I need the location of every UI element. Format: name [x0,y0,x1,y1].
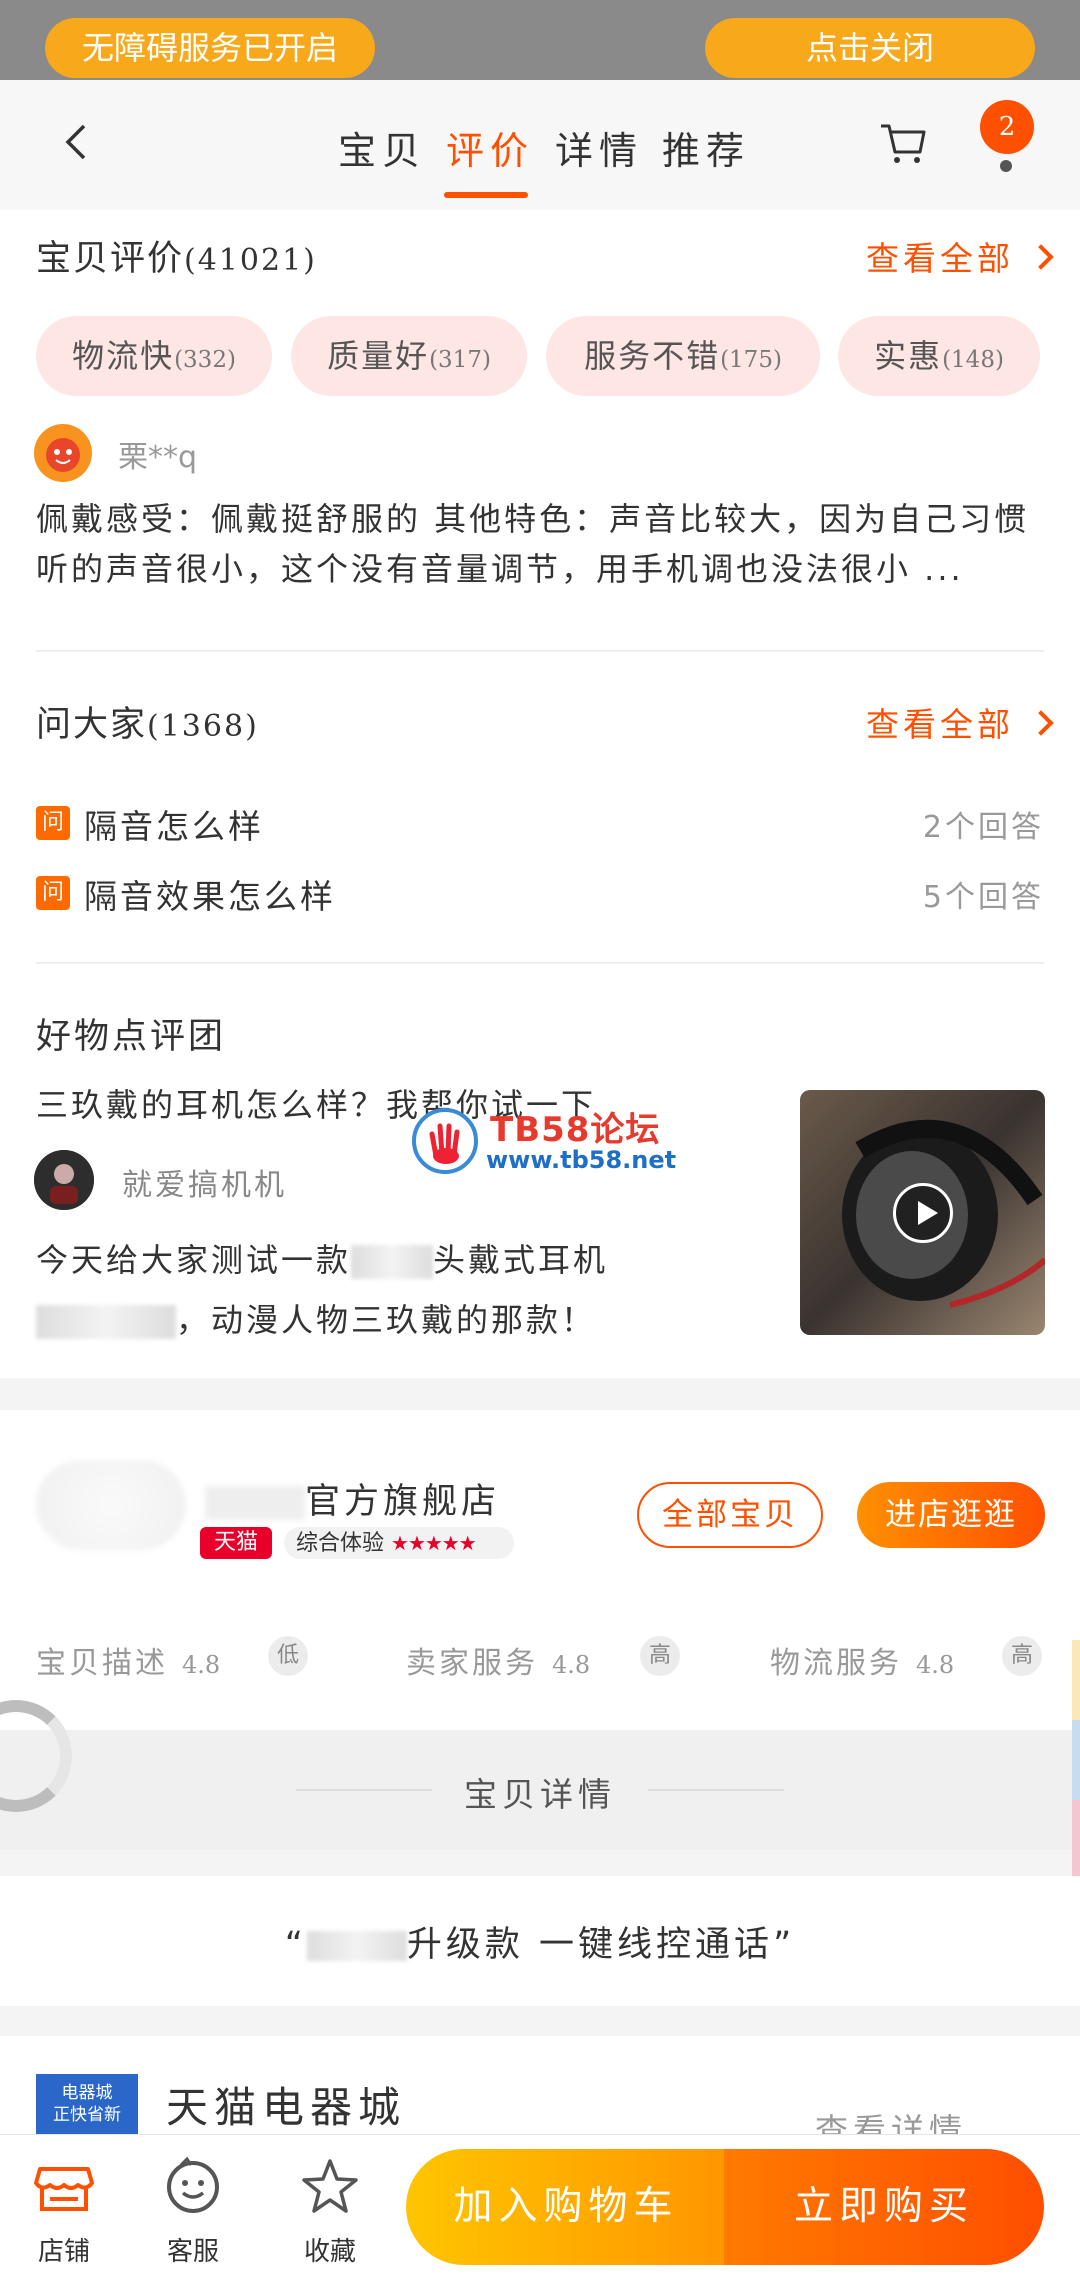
qa-answer-count: 2个回答 [922,810,1044,845]
tmall-badge: 天猫 [200,1527,272,1559]
score-level-badge: 高 [1002,1636,1042,1676]
detail-section-header: 宝贝详情 [0,1730,1080,1850]
review-text[interactable]: 佩戴感受：佩戴挺舒服的 其他特色：声音比较大，因为自己习惯听的声音很小，这个没有… [36,494,1046,594]
bottom-action-bar: 店铺 客服 收藏 加入购物车 立即购买 [0,2134,1080,2280]
cart-count-badge[interactable]: 2 [980,100,1034,154]
good-review-body[interactable]: 今天给大家测试一款 头戴式耳机 ，动漫人物三玖戴的那款！ [36,1230,676,1350]
score-logistics: 物流服务 4.8 [770,1646,955,1681]
chevron-right-icon [1028,709,1054,736]
hand-icon [412,1108,478,1174]
reviewer-avatar [34,424,92,482]
buy-now-button[interactable]: 立即购买 [724,2149,1044,2265]
score-level-badge: 低 [268,1636,308,1676]
cart-icon[interactable] [878,118,928,168]
score-level-badge: 高 [640,1636,680,1676]
good-review-title: 好物点评团 [36,1017,227,1057]
reviews-title: 宝贝评价(41021) [36,239,317,279]
top-nav-bar: 宝贝 评价 详情 推荐 2 [0,80,1080,210]
divider [36,962,1044,964]
review-tag[interactable]: 服务不错(175) [546,316,820,396]
reviewer-name: 栗**q [118,440,198,475]
enter-shop-button[interactable]: 进店逛逛 [857,1482,1045,1548]
add-to-cart-button[interactable]: 加入购物车 [406,2149,726,2265]
star-icon [302,2159,358,2213]
mall-logo: 电器城 正快省新 [36,2074,138,2138]
qa-answer-count: 5个回答 [922,880,1044,915]
question-icon: 问 [36,876,70,910]
qa-question[interactable]: 隔音怎么样 [84,800,264,848]
qa-see-all-link[interactable]: 查看全部 [866,698,1054,746]
tab-details[interactable]: 详情 [555,120,643,175]
back-arrow-icon[interactable] [58,122,98,162]
shop-logo[interactable] [36,1460,186,1550]
store-icon [34,2167,94,2211]
question-icon: 问 [36,806,70,840]
tab-recommend[interactable]: 推荐 [662,120,750,175]
tab-reviews[interactable]: 评价 [446,120,534,175]
qa-question[interactable]: 隔音效果怎么样 [84,870,336,918]
accessibility-status: 无障碍服务已开启 [45,18,375,78]
play-icon[interactable] [893,1183,953,1243]
accessibility-close-button[interactable]: 点击关闭 [705,18,1035,78]
reviews-see-all-link[interactable]: 查看全部 [866,232,1054,280]
more-dot-icon[interactable] [1000,160,1012,172]
divider [36,650,1044,652]
detail-quote: “升级款 一键线控通话” [284,1925,796,1965]
author-name: 就爱搞机机 [122,1168,287,1203]
shop-name[interactable]: 官方旗舰店 [205,1473,500,1524]
score-service: 卖家服务 4.8 [406,1646,591,1681]
review-tag[interactable]: 实惠(148) [838,316,1040,396]
author-avatar [34,1150,94,1210]
mall-name: 天猫电器城 [166,2083,407,2132]
shop-rating: 综合体验 ★★★★★ [284,1527,514,1559]
shop-card [0,1410,1080,1730]
chevron-right-icon [1028,243,1054,270]
all-items-button[interactable]: 全部宝贝 [637,1482,823,1548]
favorite-button[interactable]: 收藏 [280,2155,380,2268]
tab-item[interactable]: 宝贝 [338,120,426,175]
shop-tab-button[interactable]: 店铺 [14,2155,114,2268]
accessibility-banner: 无障碍服务已开启 点击关闭 [0,0,1080,80]
watermark-logo: TB58论坛 www.tb58.net [412,1100,676,1180]
active-tab-indicator [444,192,528,198]
review-tag[interactable]: 物流快(332) [36,316,272,396]
qa-title: 问大家(1368) [36,705,259,745]
star-rating-icon: ★★★★★ [391,1531,477,1555]
review-video-thumbnail[interactable] [800,1090,1045,1335]
review-tag[interactable]: 质量好(317) [291,316,527,396]
detail-title: 宝贝详情 [464,1775,616,1814]
chat-face-icon [167,2156,219,2213]
score-description: 宝贝描述 4.8 [36,1646,221,1681]
customer-service-button[interactable]: 客服 [143,2155,243,2268]
